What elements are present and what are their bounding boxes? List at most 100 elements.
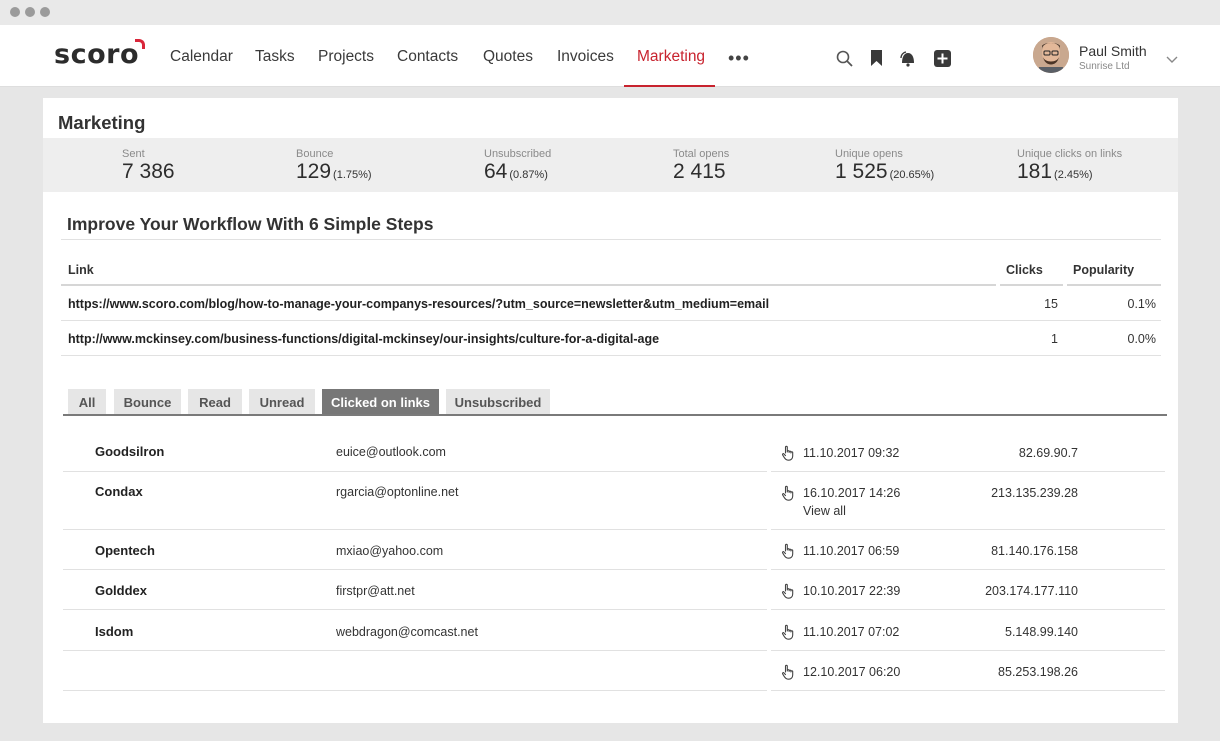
divider [771, 650, 1165, 651]
link-popularity: 0.1% [1127, 297, 1157, 311]
window-maximize-button[interactable] [40, 7, 50, 17]
nav-contacts[interactable]: Contacts [397, 48, 458, 66]
divider [61, 284, 996, 286]
click-timestamp: 11.10.2017 06:59 [803, 544, 900, 558]
stat-label: Total opens [673, 148, 730, 160]
divider [61, 239, 1161, 240]
view-all-link[interactable]: View all [803, 504, 846, 518]
stat-percent: (1.75%) [333, 169, 372, 181]
nav-quotes[interactable]: Quotes [483, 48, 533, 66]
pointer-click-icon [781, 485, 795, 501]
column-header-popularity[interactable]: Popularity [1073, 263, 1134, 277]
click-timestamp: 12.10.2017 06:20 [803, 665, 901, 679]
click-timestamp: 16.10.2017 14:26 [803, 486, 901, 500]
recipient-company[interactable]: Goodsilron [95, 444, 164, 459]
recipient-email[interactable]: mxiao@yahoo.com [336, 544, 443, 558]
add-icon[interactable] [933, 49, 951, 67]
divider [771, 690, 1165, 691]
column-header-link[interactable]: Link [68, 263, 94, 277]
marketing-panel: Marketing Sent 7 386 Bounce 129 (1.75%) U… [43, 98, 1178, 723]
tab-read[interactable]: Read [188, 389, 242, 415]
nav-calendar[interactable]: Calendar [170, 48, 233, 66]
recipient-email[interactable]: firstpr@att.net [336, 584, 415, 598]
stat-label: Unique clicks on links [1017, 148, 1123, 160]
divider [771, 471, 1165, 472]
link-url[interactable]: https://www.scoro.com/blog/how-to-manage… [68, 297, 769, 311]
stat-percent: (2.45%) [1054, 169, 1093, 181]
page-title: Marketing [58, 112, 146, 133]
pointer-click-icon [781, 624, 795, 640]
stat-label: Sent [122, 148, 145, 160]
ip-address: 213.135.239.28 [991, 486, 1078, 500]
pointer-click-icon [781, 445, 795, 461]
stat-value: 7 386 [122, 160, 175, 183]
stat-label: Bounce [296, 148, 334, 160]
bookmark-icon[interactable] [867, 49, 885, 67]
divider [61, 320, 1161, 321]
divider [63, 529, 767, 530]
nav-invoices[interactable]: Invoices [557, 48, 614, 66]
stat-unique-opens: Unique opens 1 525 (20.65%) [835, 148, 934, 184]
click-timestamp: 11.10.2017 07:02 [803, 625, 900, 639]
logo-mark-icon [135, 39, 145, 49]
recipient-company[interactable]: Condax [95, 484, 143, 499]
tab-all[interactable]: All [68, 389, 106, 415]
nav-active-indicator [624, 85, 715, 87]
tab-unsubscribed[interactable]: Unsubscribed [446, 389, 550, 415]
window-minimize-button[interactable] [25, 7, 35, 17]
divider [63, 690, 767, 691]
ip-address: 85.253.198.26 [998, 665, 1078, 679]
recipient-email[interactable]: rgarcia@optonline.net [336, 485, 459, 499]
user-avatar[interactable] [1033, 37, 1069, 73]
stat-percent: (20.65%) [889, 169, 935, 181]
link-clicks: 1 [1051, 332, 1058, 346]
recipient-company[interactable]: Isdom [95, 624, 133, 639]
nav-tasks[interactable]: Tasks [255, 48, 295, 66]
recipient-email[interactable]: euice@outlook.com [336, 445, 446, 459]
recipient-company[interactable]: Golddex [95, 583, 147, 598]
ip-address: 5.148.99.140 [1005, 625, 1078, 639]
link-clicks: 15 [1044, 297, 1058, 311]
stat-value: 181 [1017, 160, 1053, 183]
nav-projects[interactable]: Projects [318, 48, 374, 66]
stat-unsubscribed: Unsubscribed 64 (0.87%) [484, 148, 551, 184]
column-header-clicks[interactable]: Clicks [1006, 263, 1043, 277]
tab-unread[interactable]: Unread [249, 389, 315, 415]
more-menu-button[interactable]: ••• [728, 49, 750, 67]
scoro-logo[interactable]: scoro [54, 39, 145, 70]
stat-unique-clicks: Unique clicks on links 181 (2.45%) [1017, 148, 1122, 184]
divider [771, 609, 1165, 610]
ip-address: 82.69.90.7 [1018, 446, 1078, 460]
tab-divider [63, 414, 1167, 416]
ip-address: 203.174.177.110 [985, 584, 1078, 598]
tab-clicked-on-links[interactable]: Clicked on links [322, 389, 439, 415]
ip-address: 81.140.176.158 [991, 544, 1078, 558]
window-close-button[interactable] [10, 7, 20, 17]
recipient-email[interactable]: webdragon@comcast.net [336, 625, 478, 639]
click-timestamp: 10.10.2017 22:39 [803, 584, 901, 598]
top-navigation: scoro Calendar Tasks Projects Contacts Q… [0, 25, 1220, 87]
divider [63, 650, 767, 651]
link-popularity: 0.0% [1127, 332, 1157, 346]
chevron-down-icon[interactable] [1166, 51, 1178, 69]
search-icon[interactable] [835, 49, 853, 67]
stat-value: 64 [484, 160, 508, 183]
tab-bounce[interactable]: Bounce [114, 389, 181, 415]
stat-value: 129 [296, 160, 332, 183]
link-url[interactable]: http://www.mckinsey.com/business-functio… [68, 332, 659, 346]
stat-sent: Sent 7 386 [122, 148, 175, 184]
divider [61, 355, 1161, 356]
user-company: Sunrise Ltd [1079, 61, 1130, 72]
stat-bounce: Bounce 129 (1.75%) [296, 148, 372, 184]
recipient-company[interactable]: Opentech [95, 543, 155, 558]
user-name[interactable]: Paul Smith [1079, 43, 1147, 59]
divider [63, 471, 767, 472]
nav-marketing[interactable]: Marketing [637, 48, 705, 66]
click-timestamp: 11.10.2017 09:32 [803, 446, 900, 460]
window-titlebar [0, 0, 1220, 25]
notifications-icon[interactable] [899, 49, 917, 67]
pointer-click-icon [781, 583, 795, 599]
divider [771, 529, 1165, 530]
stat-label: Unique opens [835, 148, 903, 160]
stat-total-opens: Total opens 2 415 [673, 148, 729, 184]
